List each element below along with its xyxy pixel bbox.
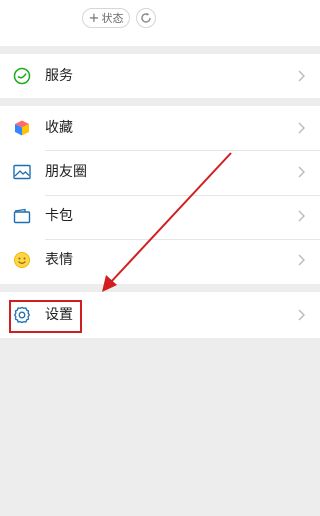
features-group: 收藏 朋友圈 卡包 表情 (0, 106, 320, 284)
highlight-box (9, 300, 82, 333)
status-label: 状态 (101, 12, 124, 25)
favorites-icon (12, 118, 32, 138)
menu-item-label: 收藏 (45, 120, 73, 136)
chevron-right-icon (298, 254, 305, 266)
chevron-right-icon (298, 210, 305, 222)
services-icon (12, 66, 32, 86)
moments-icon (12, 162, 32, 182)
refresh-button[interactable] (136, 8, 156, 28)
menu-item-cards[interactable]: 卡包 (0, 194, 320, 238)
add-status-button[interactable]: + 状态 (82, 8, 130, 28)
profile-header: + 状态 (0, 0, 320, 46)
refresh-icon (141, 12, 151, 23)
menu-item-stickers[interactable]: 表情 (0, 238, 320, 282)
menu-item-label: 表情 (45, 252, 73, 268)
card-package-icon (12, 206, 32, 226)
stickers-icon (12, 250, 32, 270)
chevron-right-icon (298, 309, 305, 321)
menu-item-label: 服务 (45, 68, 73, 84)
chevron-right-icon (298, 166, 305, 178)
menu-item-label: 卡包 (45, 208, 73, 224)
services-group: 服务 (0, 54, 320, 98)
plus-icon: + (88, 10, 100, 26)
menu-item-services[interactable]: 服务 (0, 54, 320, 98)
menu-item-label: 朋友圈 (45, 164, 87, 180)
chevron-right-icon (298, 70, 305, 82)
menu-item-moments[interactable]: 朋友圈 (0, 150, 320, 194)
chevron-right-icon (298, 122, 305, 134)
menu-item-favorites[interactable]: 收藏 (0, 106, 320, 150)
